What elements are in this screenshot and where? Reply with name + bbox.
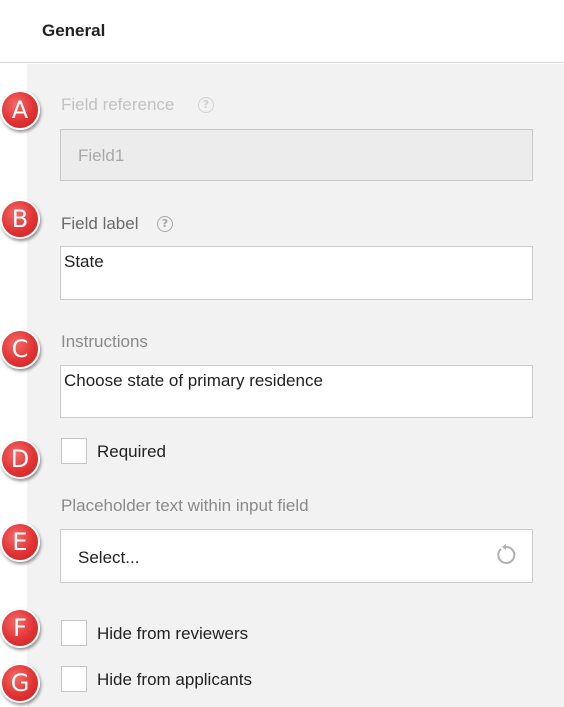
field-reference-input: Field1 bbox=[60, 129, 533, 181]
instructions-input[interactable]: Choose state of primary residence bbox=[60, 365, 533, 418]
field-label-label: Field label bbox=[61, 214, 139, 233]
hide-from-reviewers-checkbox[interactable] bbox=[61, 620, 87, 646]
help-icon[interactable]: ? bbox=[157, 216, 173, 232]
field-reference-value: Field1 bbox=[78, 146, 125, 165]
instructions-value: Choose state of primary residence bbox=[64, 371, 323, 390]
annotation-marker-c: C bbox=[0, 329, 40, 369]
annotation-marker-b: B bbox=[0, 199, 40, 239]
required-checkbox[interactable] bbox=[61, 438, 87, 464]
annotation-marker-g: G bbox=[0, 663, 40, 703]
section-header: General bbox=[0, 0, 564, 63]
reset-icon[interactable] bbox=[494, 543, 518, 567]
section-title: General bbox=[42, 21, 106, 40]
field-label-input[interactable]: State bbox=[60, 246, 533, 300]
instructions-label: Instructions bbox=[61, 332, 148, 351]
hide-from-applicants-label[interactable]: Hide from applicants bbox=[97, 670, 252, 690]
annotation-marker-a: A bbox=[0, 90, 40, 130]
annotation-marker-e: E bbox=[0, 522, 40, 562]
placeholder-value: Select... bbox=[78, 548, 140, 567]
hide-from-reviewers-label[interactable]: Hide from reviewers bbox=[97, 624, 248, 644]
field-reference-label: Field reference bbox=[61, 95, 175, 114]
hide-from-applicants-checkbox[interactable] bbox=[61, 666, 87, 692]
annotation-marker-d: D bbox=[0, 439, 40, 479]
required-label[interactable]: Required bbox=[97, 442, 166, 462]
placeholder-label: Placeholder text within input field bbox=[61, 496, 309, 515]
help-icon[interactable]: ? bbox=[198, 97, 214, 113]
field-label-value: State bbox=[64, 252, 104, 271]
placeholder-select[interactable]: Select... bbox=[60, 529, 533, 583]
annotation-marker-f: F bbox=[0, 608, 40, 648]
